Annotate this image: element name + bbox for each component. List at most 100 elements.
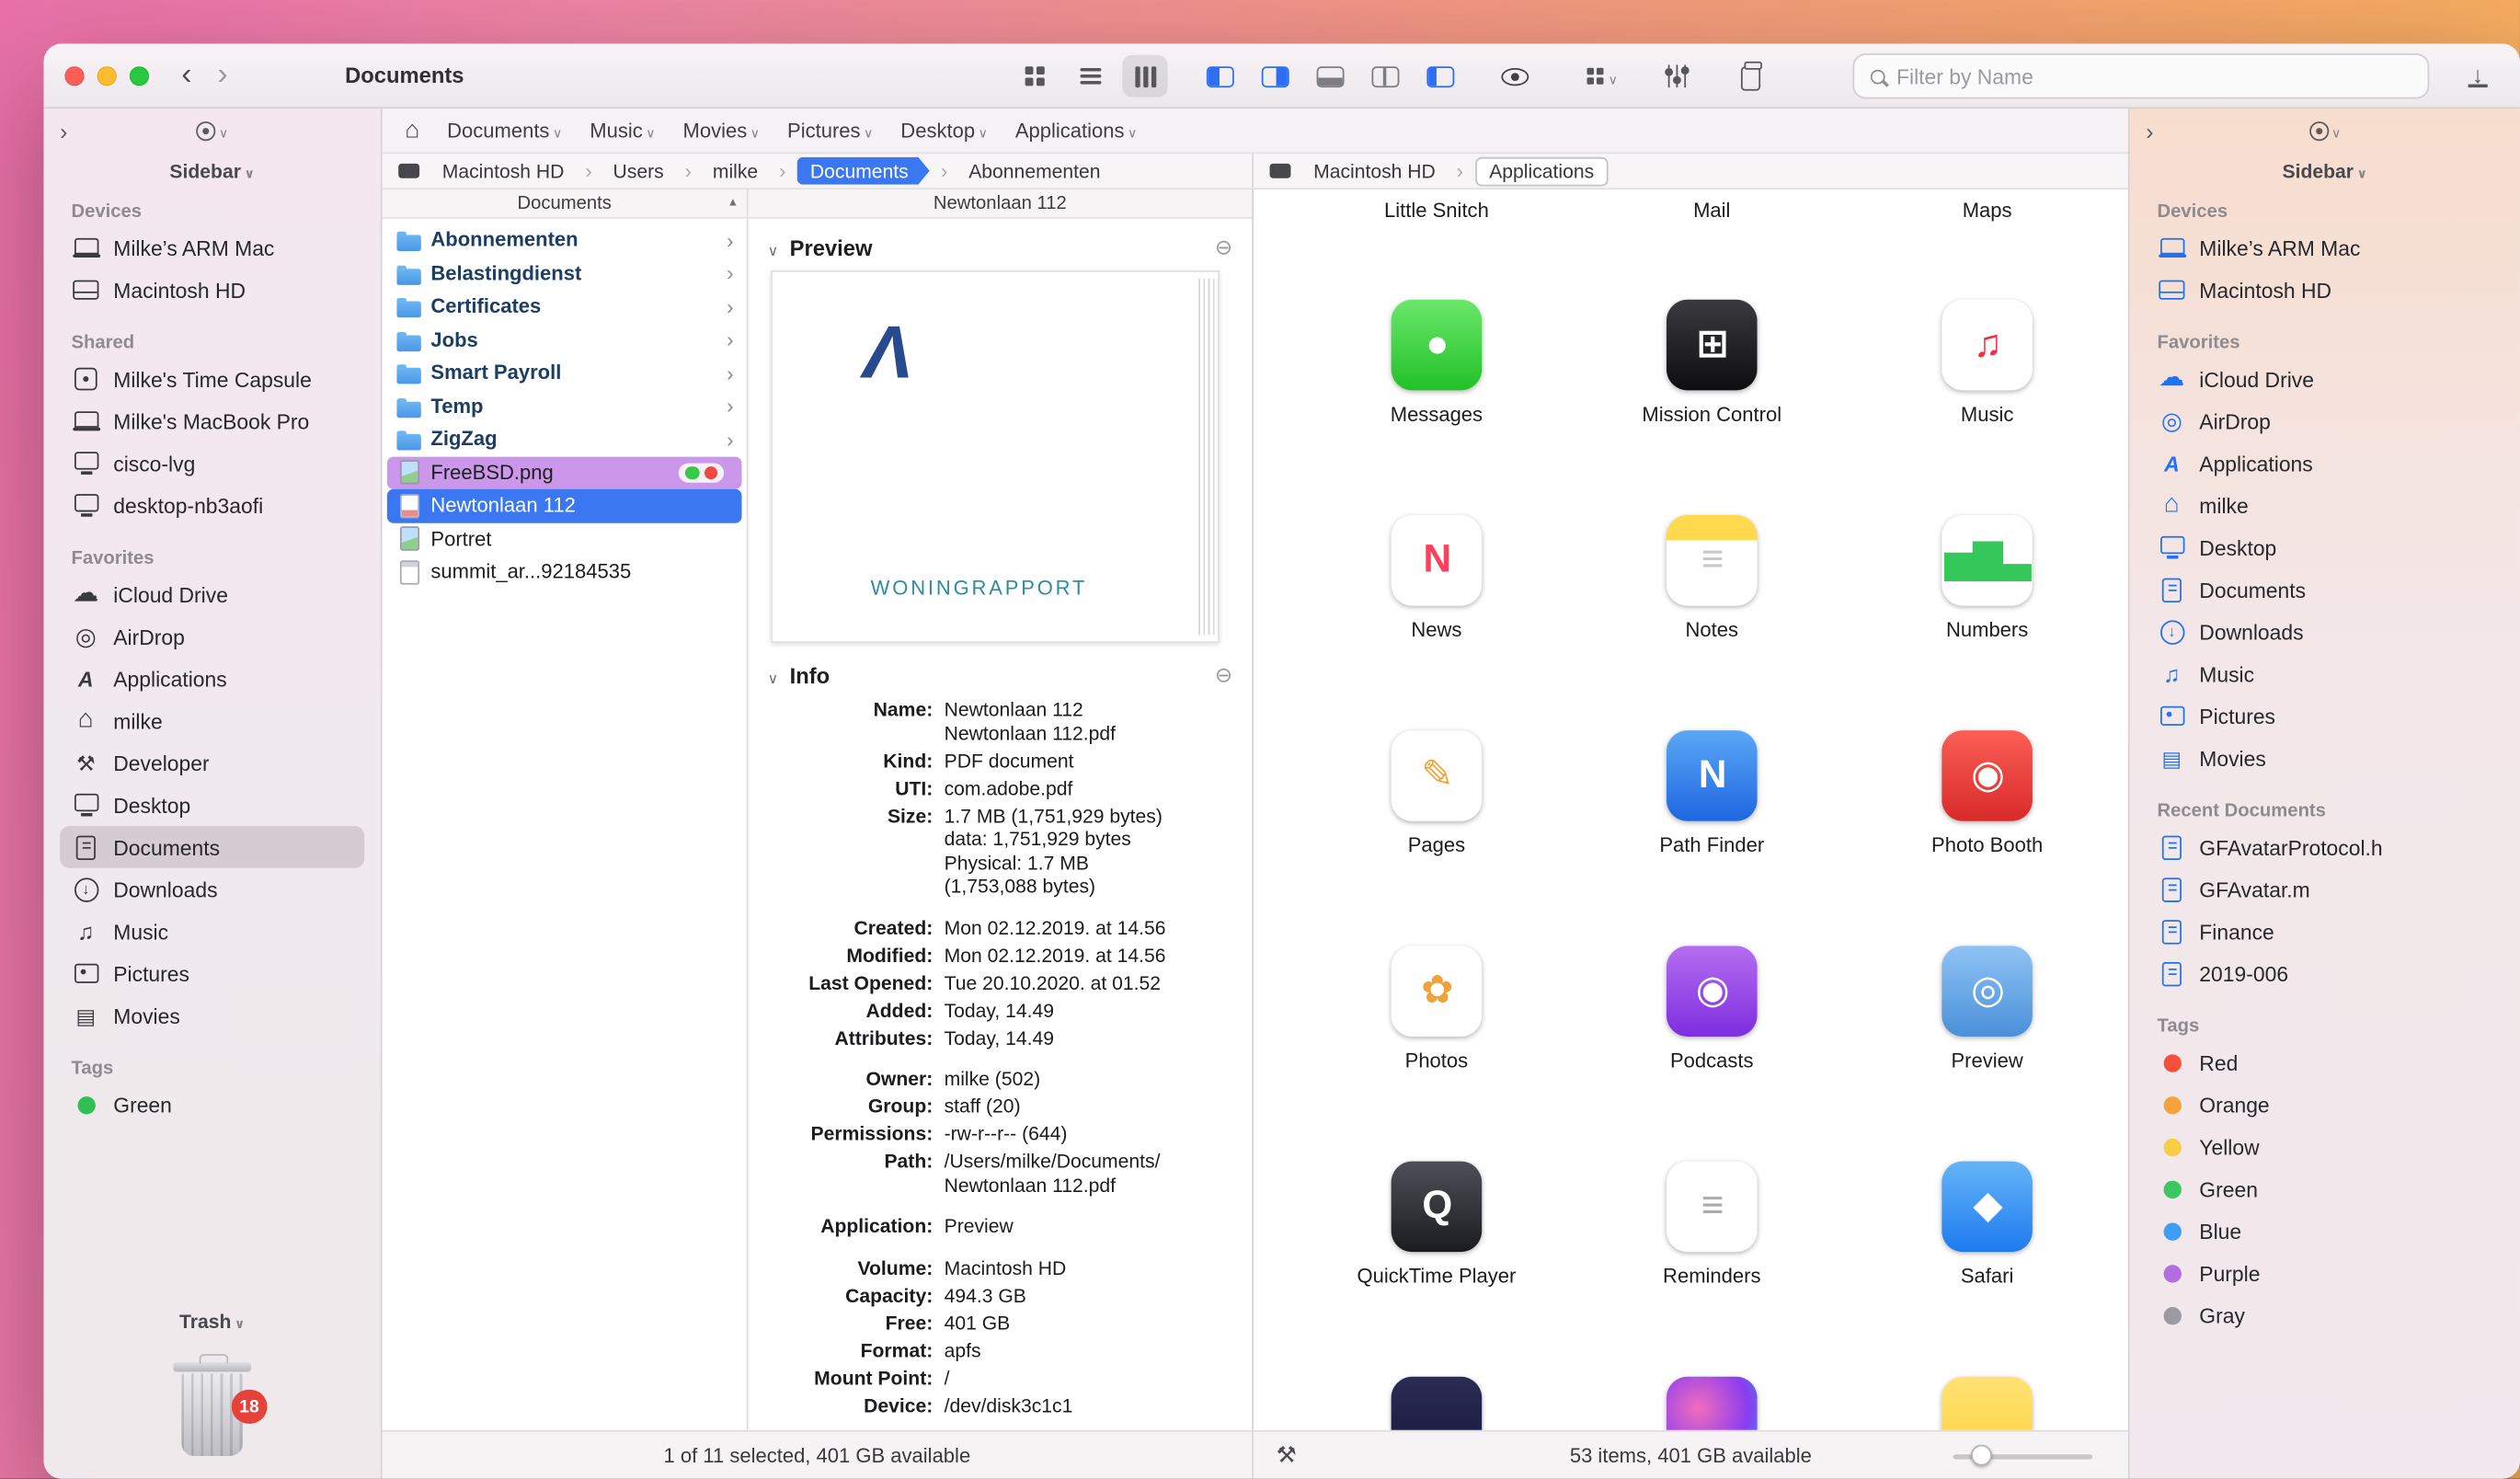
breadcrumb-item[interactable]: Abonnementen xyxy=(959,158,1110,184)
favorites-bar-item[interactable]: Documents xyxy=(447,119,562,142)
download-icon[interactable] xyxy=(2465,63,2491,89)
breadcrumb-item[interactable]: Applications xyxy=(1474,156,1609,186)
app-label[interactable]: Maps xyxy=(1850,200,2125,225)
sidebar-item[interactable]: Desktop xyxy=(2146,526,2503,568)
app-icon[interactable] xyxy=(1667,1377,1758,1430)
sidebar-item[interactable]: Milke’s ARM Mac xyxy=(60,227,364,269)
column-header[interactable]: Documents ▲ xyxy=(383,189,747,219)
recent-document-item[interactable]: GFAvatarProtocol.h xyxy=(2146,826,2503,868)
preview-scrollbar[interactable] xyxy=(1198,279,1216,635)
left-sidebar-header[interactable]: Sidebar xyxy=(44,154,381,189)
file-row[interactable]: Temp › xyxy=(387,389,742,422)
app-icon[interactable]: ✎ xyxy=(1392,730,1483,821)
split-left-pane-button[interactable] xyxy=(1197,55,1242,97)
minimize-button[interactable] xyxy=(97,65,117,85)
sidebar-item[interactable]: Music xyxy=(2146,653,2503,695)
sidebar-item[interactable]: iCloud Drive xyxy=(60,573,364,615)
zoom-slider[interactable] xyxy=(1953,1444,2092,1467)
app-item[interactable]: ● Messages xyxy=(1299,300,1574,515)
app-item[interactable]: ≡ Reminders xyxy=(1575,1162,1850,1377)
zoom-slider-knob[interactable] xyxy=(1971,1444,1992,1465)
sidebar-item[interactable]: Pictures xyxy=(60,952,364,994)
trash-icon[interactable]: 18 xyxy=(168,1352,256,1456)
sidebar-item[interactable]: Music xyxy=(60,911,364,953)
favorites-bar-item[interactable]: Applications xyxy=(1015,119,1138,142)
app-label[interactable]: Mail xyxy=(1575,200,1850,225)
sidebar-item[interactable]: Documents xyxy=(60,826,364,868)
tools-icon[interactable] xyxy=(1277,1441,1297,1469)
app-label[interactable]: Little Snitch xyxy=(1299,200,1574,225)
section-menu-icon[interactable] xyxy=(1215,235,1232,260)
file-row[interactable]: Certificates › xyxy=(387,290,742,323)
bottom-pane-button[interactable] xyxy=(1307,55,1352,97)
sidebar-item[interactable]: milke xyxy=(60,700,364,742)
tag-item[interactable]: Gray xyxy=(2146,1294,2503,1336)
recent-document-item[interactable]: GFAvatar.m xyxy=(2146,868,2503,911)
sort-indicator-icon[interactable]: ▲ xyxy=(727,198,739,209)
app-item[interactable]: ◉ Photo Booth xyxy=(1850,730,2125,946)
sidebar-toggle-button[interactable] xyxy=(1417,55,1462,97)
list-view-button[interactable] xyxy=(1067,55,1112,97)
dual-pane-button[interactable] xyxy=(1362,55,1407,97)
back-button[interactable]: ‹ xyxy=(181,60,191,90)
sidebar-item[interactable]: desktop-nb3aofi xyxy=(60,485,364,527)
file-row[interactable]: ZigZag › xyxy=(387,423,742,456)
disclosure-icon[interactable] xyxy=(768,663,779,687)
favorites-bar-item[interactable]: Desktop xyxy=(900,119,988,142)
sidebar-item[interactable]: Milke’s ARM Mac xyxy=(2146,227,2503,269)
trash-header[interactable]: Trash xyxy=(60,1311,364,1334)
file-row[interactable]: Portret xyxy=(387,522,742,556)
sidebar-module-picker[interactable] xyxy=(196,117,228,146)
view-options-button[interactable] xyxy=(1579,55,1624,97)
app-item[interactable]: ◉ Podcasts xyxy=(1575,946,1850,1161)
favorites-bar-item[interactable]: Pictures xyxy=(787,119,873,142)
app-icon[interactable]: ◆ xyxy=(1942,1162,2033,1253)
file-row[interactable]: summit_ar...92184535 xyxy=(387,556,742,589)
app-icon[interactable]: ✿ xyxy=(1392,946,1483,1037)
app-item[interactable]: ♫ Music xyxy=(1850,300,2125,515)
sidebar-item[interactable]: Downloads xyxy=(60,868,364,911)
tag-item[interactable]: Blue xyxy=(2146,1210,2503,1252)
app-icon[interactable]: Q xyxy=(1392,1162,1483,1253)
app-item[interactable]: Q QuickTime Player xyxy=(1299,1162,1574,1377)
forward-button[interactable]: › xyxy=(218,60,228,90)
breadcrumb-item[interactable]: Macintosh HD xyxy=(1304,158,1475,184)
app-item[interactable]: ▅▇▃ Numbers xyxy=(1850,515,2125,730)
app-icon[interactable]: ◎ xyxy=(1942,946,2033,1037)
app-item[interactable]: N Path Finder xyxy=(1575,730,1850,946)
sidebar-item[interactable]: Pictures xyxy=(2146,694,2503,737)
app-icon[interactable]: ≡ xyxy=(1667,1162,1758,1253)
tag-item[interactable]: Green xyxy=(60,1083,364,1126)
file-row[interactable]: Smart Payroll › xyxy=(387,356,742,389)
sidebar-item[interactable]: milke xyxy=(2146,485,2503,527)
sidebar-item[interactable]: Applications xyxy=(2146,442,2503,485)
app-icon[interactable]: N xyxy=(1392,515,1483,606)
disclosure-icon[interactable] xyxy=(768,235,779,259)
filters-button[interactable] xyxy=(1654,55,1699,97)
app-item[interactable]: ✿ Photos xyxy=(1299,946,1574,1161)
sidebar-item[interactable]: Downloads xyxy=(2146,611,2503,653)
sidebar-item[interactable]: Macintosh HD xyxy=(60,269,364,311)
sidebar-item[interactable]: Milke's Time Capsule xyxy=(60,358,364,400)
sidebar-module-picker[interactable] xyxy=(2308,117,2341,146)
home-icon[interactable] xyxy=(405,117,419,144)
recent-document-item[interactable]: 2019-006 xyxy=(2146,952,2503,994)
app-item[interactable]: N News xyxy=(1299,515,1574,730)
right-sidebar-header[interactable]: Sidebar xyxy=(2130,154,2520,189)
sidebar-item[interactable]: Milke's MacBook Pro xyxy=(60,400,364,442)
breadcrumb-item[interactable]: Users xyxy=(603,158,703,184)
section-menu-icon[interactable] xyxy=(1215,662,1232,688)
split-right-pane-button[interactable] xyxy=(1252,55,1297,97)
app-icon[interactable]: ◉ xyxy=(1667,946,1758,1037)
clipboard-button[interactable] xyxy=(1728,55,1773,97)
search-field[interactable] xyxy=(1852,53,2429,98)
sidebar-item[interactable]: Developer xyxy=(60,741,364,784)
sidebar-item[interactable]: AirDrop xyxy=(2146,400,2503,442)
sidebar-item[interactable]: Applications xyxy=(60,658,364,700)
app-icon[interactable] xyxy=(1942,1377,2033,1430)
sidebar-item[interactable]: Macintosh HD xyxy=(2146,269,2503,311)
search-input[interactable] xyxy=(1896,64,2411,88)
breadcrumb-item[interactable]: Documents xyxy=(797,157,959,185)
sidebar-item[interactable]: cisco-lvg xyxy=(60,442,364,485)
app-icon[interactable]: ● xyxy=(1392,300,1483,391)
